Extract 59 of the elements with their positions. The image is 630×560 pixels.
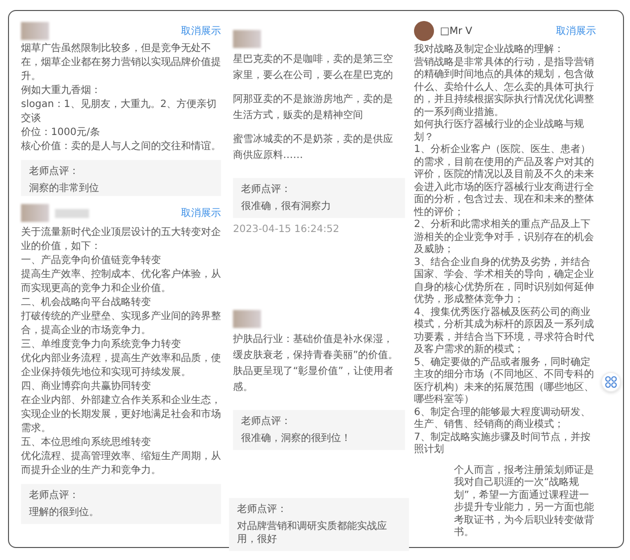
hide-link[interactable]: 取消展示: [181, 24, 221, 38]
hide-link[interactable]: 取消展示: [556, 24, 596, 38]
post-text: 优化流程、提高管理效率、缩短生产周期，从而提升企业的生产力和竞争力。: [21, 450, 221, 478]
post-text-line: 生活方式，贩卖的是精神空间: [233, 108, 364, 123]
post-text: 5、确定要做的产品或者服务，同时确定主攻的细分市场（不同地区、不同专科的医疗机构）未来的拓展范围（哪些地区、哪些科室等）: [414, 356, 595, 406]
post-text: 营销战略是非常具体的行动，是指导营销的精确到时间地点的具体的规划，包含做什么、卖给什么人、怎么卖的具体可执行的，并且持续根据实际执行情况优化调整的一系列商业措施。: [414, 56, 595, 118]
grid-icon: [605, 376, 617, 388]
post-text: 2、分析和此需求相关的重点产品及上下游相关的企业竞争对手，识别存在的机会及威胁；: [414, 219, 595, 256]
post-text-line: 阿那亚卖的不是旅游房地产，卖的是: [233, 92, 394, 107]
blurred-avatar: [233, 310, 261, 328]
post-text: 在企业内部、外部建立合作关系和企业生态，实现企业的长期发展，更好地满足社会和市场需求。: [21, 394, 221, 436]
post-text-line: 护肤品行业：基础价值是补水保湿，: [233, 332, 394, 347]
post-text: 6、制定合理的能够最大程度调动研发、生产、销售、经销商的商业模式；: [414, 406, 592, 432]
comment-text: 洞察的非常到位: [29, 182, 100, 195]
post-text: 提高生产效率、控制成本、优化客户体验，从而实现更高的竞争力和企业价值。: [21, 268, 221, 296]
timestamp: 2023-04-15 16:24:52: [233, 224, 340, 235]
comment-label: 老师点评：: [237, 503, 288, 516]
post-text: slogan：1、见朋友，大重九。2、方便亲切交谈: [21, 98, 218, 126]
post-text-line: 家里，要么在公司，要么在星巴克的: [233, 68, 394, 83]
post-text-line: 缓皮肤衰老，保持青春美丽”的价值。: [233, 348, 400, 363]
floating-button[interactable]: [601, 372, 621, 392]
avatar: [414, 21, 434, 41]
post-text: 个人而言，报考注册策划师证是我对自己职涯的一次“战略规划”，希望一方面通过课程进一步提升专业能力，另一方面也能考取证书，为今后职业转变做背书。: [454, 464, 595, 540]
comment-label: 老师点评：: [29, 165, 80, 178]
comment-text: 对品牌营销和调研实质都能实战应用，很好: [237, 520, 388, 546]
post-text: 打破传统的产业壁垒、实现多产业间的跨界整合，提高企业的市场竞争力。: [21, 310, 221, 338]
post-text: 4、搜集优秀医疗器械及医药公司的商业模式，分析其成为标杆的原因及一系列成功要素，并结合当下环境，寻求符合时代及客户需求的新的模式；: [414, 306, 595, 356]
post-text-line: 星巴克卖的不是咖啡，卖的是第三空: [233, 52, 394, 67]
post-text: 二、机会战略向平台战略转变: [21, 296, 152, 310]
post-text: 价位：1000元/条: [21, 126, 101, 140]
comment-label: 老师点评：: [241, 415, 292, 428]
post-text: 五、本位思维向系统思维转变: [21, 436, 152, 450]
post-text-line: 蜜雪冰城卖的不是奶茶，卖的是供应: [233, 132, 394, 147]
comment-label: 老师点评：: [29, 489, 80, 502]
comment-label: 老师点评：: [241, 183, 292, 196]
comment-text: 很准确，很有洞察力: [241, 200, 332, 213]
post-text: 1、分析企业客户（医院、医生、患者）的需求，目前在使用的产品及客户对其的评价，医院的情况以及目前及不久的未来会进入此市场的医疗器械行业友商进行全面的分析，包含过去、现在和未来的整体性的评价；: [414, 144, 595, 218]
post-text: 优化内部业务流程，提高生产效率和品质，使企业保持领先地位和实现可持续发展。: [21, 352, 221, 380]
post-text: 如何执行医疗器械行业的企业战略与规划？: [414, 119, 585, 144]
hide-link[interactable]: 取消展示: [181, 206, 221, 220]
blurred-avatar: [233, 30, 261, 48]
post-text-line: 商供应原料……: [233, 148, 304, 163]
post-text: 我对战略及制定企业战略的理解：: [414, 44, 565, 56]
blurred-avatar: [21, 204, 49, 222]
post-text: 烟草广告虽然限制比较多，但是竞争无处不在，烟草企业都在努力营销以实现品牌价值提升。: [21, 42, 221, 84]
post-text: 一、产品竞争向价值链竞争转变: [21, 254, 162, 268]
post-text: 例如大重九香烟：: [21, 84, 102, 98]
comment-text: 很准确，洞察的很到位！: [241, 432, 352, 445]
post-text-line: 肤品更呈现了“彰显价值”，让使用者: [233, 364, 394, 379]
post-text: 3、结合企业自身的优势及劣势，并结合国家、学会、学术相关的导向，确定企业自身的核心优势所在，同时识别如何延伸优势，形成整体竞争力；: [414, 256, 595, 306]
post-text: 三、单维度竞争力向系统竞争力转变: [21, 338, 182, 352]
post-text-line: 感。: [233, 380, 254, 395]
post-text: 关于流量新时代企业顶层设计的五大转变对企业的价值，如下：: [21, 226, 221, 254]
post-text: 四、商业博弈向共赢协同转变: [21, 380, 152, 394]
comment-text: 理解的很到位。: [29, 506, 100, 519]
post-text: 7、制定战略实施步骤及时间节点，并按照计划: [414, 432, 592, 456]
username: □Mr V: [440, 26, 472, 36]
post-text: 核心价值：卖的是人与人之间的交往和情谊。: [21, 140, 221, 154]
blurred-avatar: [21, 22, 49, 40]
